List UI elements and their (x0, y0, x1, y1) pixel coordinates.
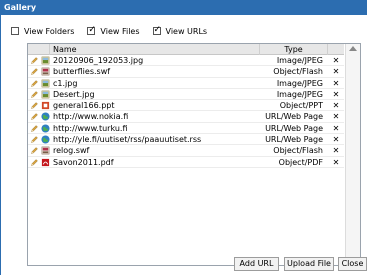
file-name[interactable]: Savon2011.pdf (53, 157, 253, 168)
delete-icon[interactable]: ✕ (328, 89, 344, 100)
edit-pencil-icon[interactable] (30, 146, 39, 155)
file-type: URL/Web Page (265, 112, 323, 122)
view-files-checkbox[interactable] (87, 25, 96, 35)
vertical-scrollbar[interactable] (345, 44, 360, 265)
table-row[interactable]: general166.ppt Object/PPT ✕ (28, 100, 344, 112)
grid-header: Name Type (28, 44, 344, 55)
view-files-label: View Files (100, 26, 140, 36)
scroll-up-icon[interactable] (349, 46, 357, 51)
edit-pencil-icon[interactable] (30, 158, 39, 167)
table-row[interactable]: 20120906_192053.jpg Image/JPEG ✕ (28, 55, 344, 67)
table-row[interactable]: Desert.jpg Image/JPEG ✕ (28, 89, 344, 101)
header-delete (328, 44, 344, 55)
pdf-icon (41, 158, 50, 167)
ppt-icon (41, 101, 50, 110)
table-row[interactable]: butterflies.swf Object/Flash ✕ (28, 66, 344, 78)
view-urls-checkbox[interactable] (152, 25, 161, 35)
file-name[interactable]: c1.jpg (53, 78, 253, 89)
add-url-button[interactable]: Add URL (234, 257, 279, 271)
table-row[interactable]: http://www.turku.fi URL/Web Page ✕ (28, 123, 344, 135)
edit-pencil-icon[interactable] (30, 135, 39, 144)
delete-icon[interactable]: ✕ (328, 123, 344, 134)
file-type: Image/JPEG (276, 89, 323, 99)
header-type[interactable]: Type (260, 44, 328, 55)
delete-icon[interactable]: ✕ (328, 78, 344, 89)
edit-pencil-icon[interactable] (30, 124, 39, 133)
table-row[interactable]: relog.swf Object/Flash ✕ (28, 145, 344, 157)
close-button[interactable]: Close (338, 257, 367, 271)
file-grid: Name Type 20120906_192053.jpg Image/JPEG ✕… (27, 43, 361, 266)
delete-icon[interactable]: ✕ (328, 157, 344, 168)
dialog-title: Gallery (0, 0, 367, 15)
gallery-dialog: View Folders View Files View URLs Name T… (0, 15, 367, 275)
view-urls-label: View URLs (165, 26, 208, 36)
delete-icon[interactable]: ✕ (328, 134, 344, 145)
file-type: URL/Web Page (265, 135, 323, 145)
file-type: Image/JPEG (276, 78, 323, 88)
table-row[interactable]: c1.jpg Image/JPEG ✕ (28, 78, 344, 89)
view-folders-label: View Folders (24, 26, 75, 36)
filter-view-urls[interactable]: View URLs (152, 25, 208, 36)
filter-view-folders[interactable]: View Folders (11, 27, 74, 36)
flash-icon (41, 67, 50, 76)
file-name[interactable]: 20120906_192053.jpg (53, 55, 253, 66)
delete-icon[interactable]: ✕ (328, 111, 344, 122)
file-name[interactable]: http://www.nokia.fi (53, 111, 253, 122)
header-spacer (28, 44, 50, 55)
edit-pencil-icon[interactable] (30, 67, 39, 76)
file-name[interactable]: butterflies.swf (53, 66, 253, 77)
delete-icon[interactable]: ✕ (328, 66, 344, 77)
file-name[interactable]: http://yle.fi/uutiset/rss/paauutiset.rss (53, 134, 253, 145)
view-folders-checkbox[interactable] (11, 27, 19, 35)
edit-pencil-icon[interactable] (30, 90, 39, 99)
image-icon (41, 79, 50, 88)
file-type: Object/PPT (279, 101, 323, 111)
file-type: Object/Flash (273, 67, 323, 77)
flash-icon (41, 146, 50, 155)
table-row[interactable]: http://www.nokia.fi URL/Web Page ✕ (28, 111, 344, 123)
table-row[interactable]: http://yle.fi/uutiset/rss/paauutiset.rss… (28, 134, 344, 146)
file-name[interactable]: Desert.jpg (53, 89, 253, 100)
upload-file-button[interactable]: Upload File (284, 257, 334, 271)
file-name[interactable]: general166.ppt (53, 100, 253, 111)
file-type: Object/PDF (278, 157, 323, 167)
delete-icon[interactable]: ✕ (328, 55, 344, 66)
globe-icon (41, 124, 50, 133)
globe-icon (41, 135, 50, 144)
file-type: Object/Flash (273, 146, 323, 156)
file-name[interactable]: http://www.turku.fi (53, 123, 253, 134)
delete-icon[interactable]: ✕ (328, 145, 344, 156)
edit-pencil-icon[interactable] (30, 112, 39, 121)
file-type: URL/Web Page (265, 123, 323, 133)
delete-icon[interactable]: ✕ (328, 100, 344, 111)
file-type: Image/JPEG (276, 56, 323, 65)
image-icon (41, 56, 50, 65)
image-icon (41, 90, 50, 99)
header-name[interactable]: Name (50, 44, 260, 55)
table-row[interactable]: Savon2011.pdf Object/PDF ✕ (28, 157, 344, 168)
file-name[interactable]: relog.swf (53, 145, 253, 156)
edit-pencil-icon[interactable] (30, 56, 39, 65)
filter-view-files[interactable]: View Files (87, 25, 140, 36)
grid-rows: 20120906_192053.jpg Image/JPEG ✕ butterflie… (28, 55, 344, 168)
edit-pencil-icon[interactable] (30, 101, 39, 110)
edit-pencil-icon[interactable] (30, 79, 39, 88)
globe-icon (41, 112, 50, 122)
filter-bar: View Folders View Files View URLs (11, 25, 220, 37)
